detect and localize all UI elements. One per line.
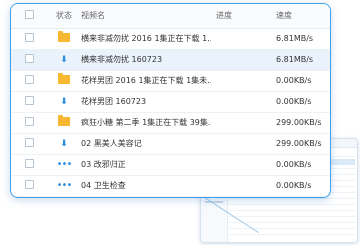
- table-row[interactable]: 花样男团 2016 1集正在下载 1集未... 0.00KB/s: [11, 70, 330, 92]
- column-header-speed[interactable]: 速度: [276, 4, 328, 28]
- download-list-panel: 状态 视频名 进度 速度 横来非减勿扰 2016 1集正在下载 1... 6.81…: [10, 3, 331, 198]
- row-checkbox[interactable]: [25, 112, 34, 133]
- row-speed: 0.00KB/s: [276, 181, 312, 190]
- row-speed: 0.00KB/s: [276, 76, 312, 85]
- table-row[interactable]: 横来非减勿扰 2016 1集正在下载 1... 6.81MB/s: [11, 28, 330, 50]
- folder-icon: [53, 70, 75, 91]
- row-checkbox[interactable]: [25, 70, 34, 91]
- row-speed: 6.81MB/s: [276, 34, 314, 43]
- waiting-dots-icon: •••: [56, 159, 73, 170]
- row-speed: 299.00KB/s: [276, 118, 322, 127]
- row-checkbox[interactable]: [25, 91, 34, 112]
- row-video-name: 横来非减勿扰 2016 1集正在下载 1...: [81, 34, 211, 43]
- table-row[interactable]: ••• 03 改邪归正 0.00KB/s: [11, 154, 330, 176]
- column-header-progress[interactable]: 进度: [216, 4, 276, 28]
- row-checkbox[interactable]: [25, 28, 34, 49]
- row-speed: 0.00KB/s: [276, 160, 312, 169]
- row-checkbox[interactable]: [25, 154, 34, 175]
- row-video-name: 疯狂小糖 第二季 1集正在下载 39集...: [81, 118, 211, 127]
- row-video-name: 横来非减勿扰 160723: [81, 55, 163, 64]
- table-row[interactable]: 疯狂小糖 第二季 1集正在下载 39集... 299.00KB/s: [11, 112, 330, 134]
- download-arrow-icon: ⬇: [60, 139, 68, 149]
- table-header: 状态 视频名 进度 速度: [11, 4, 330, 29]
- download-arrow-icon: ⬇: [60, 55, 68, 65]
- row-speed: 6.81MB/s: [276, 55, 314, 64]
- download-arrow-icon: ⬇: [60, 97, 68, 107]
- row-video-name: 花样男团 160723: [81, 97, 147, 106]
- row-video-name: 03 改邪归正: [81, 160, 126, 169]
- column-header-name[interactable]: 视频名: [81, 4, 211, 28]
- row-checkbox[interactable]: [25, 175, 34, 196]
- folder-icon: [53, 112, 75, 133]
- column-header-status[interactable]: 状态: [53, 4, 75, 28]
- select-all-checkbox[interactable]: [25, 4, 34, 28]
- row-checkbox[interactable]: [25, 133, 34, 154]
- table-row[interactable]: ⬇ 02 黑美人美容记 299.00KB/s: [11, 133, 330, 155]
- folder-icon: [53, 28, 75, 49]
- row-speed: 0.00KB/s: [276, 97, 312, 106]
- table-row[interactable]: ⬇ 横来非减勿扰 160723 6.81MB/s: [11, 49, 330, 71]
- row-checkbox[interactable]: [25, 49, 34, 70]
- table-row[interactable]: ⬇ 花样男团 160723 0.00KB/s: [11, 91, 330, 113]
- waiting-dots-icon: •••: [56, 180, 73, 191]
- row-video-name: 花样男团 2016 1集正在下载 1集未...: [81, 76, 211, 85]
- row-speed: 299.00KB/s: [276, 139, 322, 148]
- table-row[interactable]: ••• 04 卫生检查 0.00KB/s: [11, 175, 330, 197]
- row-video-name: 02 黑美人美容记: [81, 139, 142, 148]
- row-video-name: 04 卫生检查: [81, 181, 126, 190]
